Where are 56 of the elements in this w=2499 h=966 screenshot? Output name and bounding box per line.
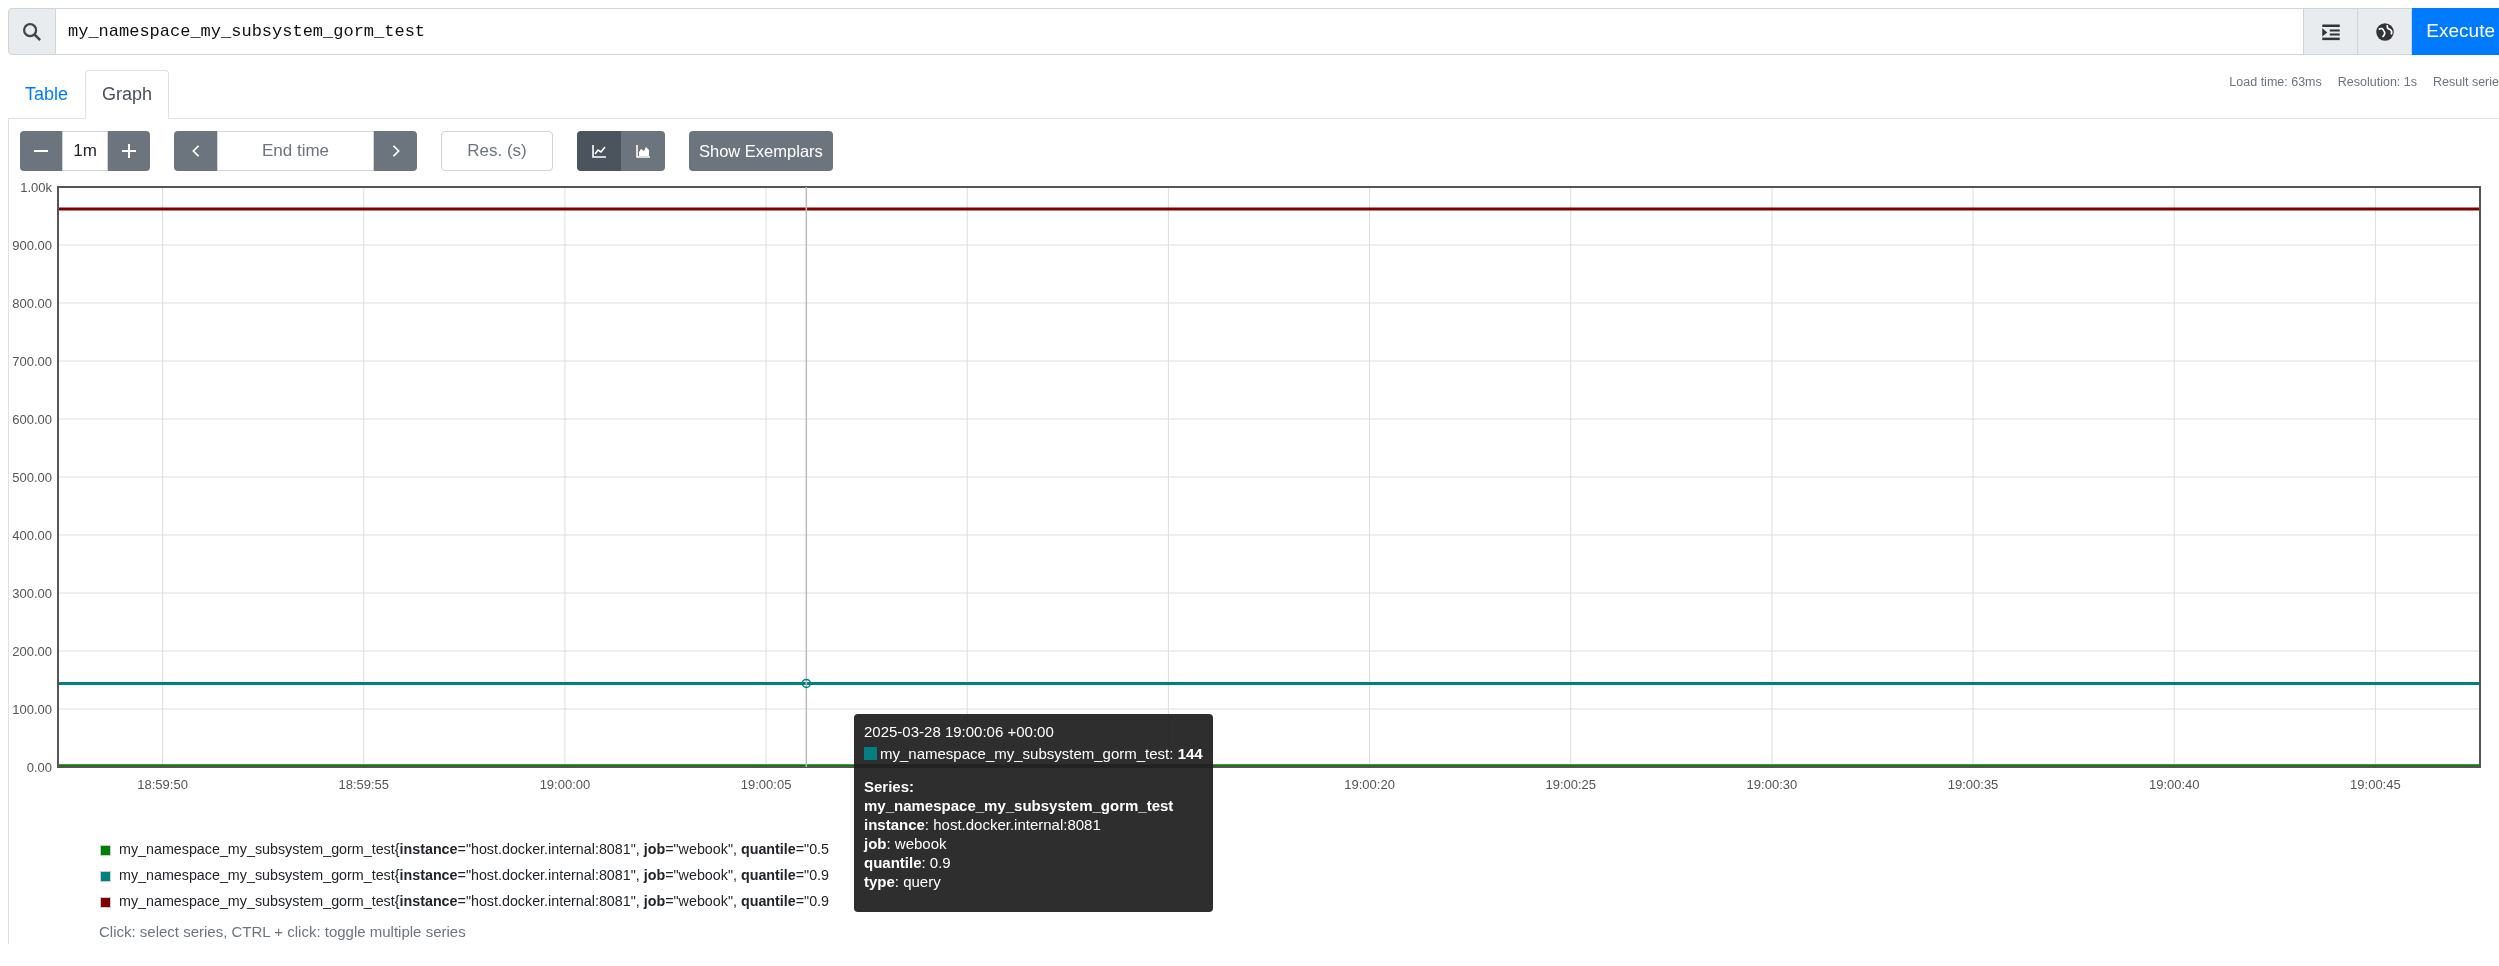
globe-icon — [2374, 21, 2395, 42]
tooltip-value: my_namespace_my_subsystem_gorm_test: 144 — [880, 745, 1203, 762]
format-button[interactable] — [2304, 8, 2359, 55]
y-axis-label: 0.00 — [26, 760, 52, 775]
y-axis-label: 800.00 — [12, 296, 52, 311]
x-axis-label: 19:00:00 — [539, 777, 591, 792]
increase-range-button[interactable] — [108, 131, 150, 171]
legend-entry[interactable]: my_namespace_my_subsystem_gorm_test{instance="host.docker.internal:8081", job="webook", quantile="0.5 — [119, 839, 830, 861]
y-axis-label: 400.00 — [12, 528, 52, 543]
tooltip-label: instance: host.docker.internal:8081 — [864, 815, 1102, 834]
y-axis-label: 600.00 — [12, 412, 52, 427]
minus-icon — [34, 150, 48, 152]
tab[interactable]: Graph — [85, 70, 170, 119]
y-axis-label: 1.00k — [20, 180, 52, 195]
tooltip-label: type: query — [864, 872, 942, 891]
stacked-chart-button[interactable] — [621, 131, 665, 171]
line-chart-button[interactable] — [577, 131, 621, 171]
x-axis-label: 19:00:45 — [2350, 777, 2401, 792]
y-axis-label: 900.00 — [12, 238, 52, 253]
resolution-field[interactable]: Res. (s) — [441, 131, 553, 171]
plus-icon — [121, 143, 137, 159]
legend-entry[interactable]: my_namespace_my_subsystem_gorm_test{instance="host.docker.internal:8081", job="webook", quantile="0.9 — [119, 865, 830, 887]
range-field[interactable]: 1m — [62, 131, 108, 171]
x-axis-label: 18:59:50 — [137, 777, 188, 792]
x-axis-label: 19:00:30 — [1746, 777, 1798, 792]
legend-entry[interactable]: my_namespace_my_subsystem_gorm_test{instance="host.docker.internal:8081", job="webook", quantile="0.9 — [119, 891, 830, 913]
line-chart-icon — [591, 143, 607, 159]
tooltip-label: quantile: 0.9 — [864, 853, 952, 872]
query-stat: Result serie — [2433, 74, 2499, 91]
x-axis-label: 19:00:20 — [1344, 777, 1395, 792]
x-axis-label: 18:59:55 — [338, 777, 390, 792]
metrics-explorer-button[interactable] — [2358, 8, 2413, 55]
y-axis-label: 300.00 — [12, 586, 52, 601]
tooltip-label: job: webook — [864, 834, 948, 853]
end-time-field[interactable]: End time — [217, 131, 374, 171]
query-stat: Load time: 63ms — [2229, 74, 2322, 91]
tooltip-time: 2025-03-28 19:00:06 +00:00 — [864, 722, 1055, 741]
x-axis-label: 19:00:40 — [2148, 777, 2200, 792]
area-chart-icon — [635, 143, 651, 159]
query-field[interactable]: my_namespace_my_subsystem_gorm_test — [56, 8, 2305, 55]
y-axis-label: 100.00 — [12, 702, 52, 717]
legend-hint: Click: select series, CTRL + click: toggle multiple series — [98, 922, 467, 942]
x-axis-label: 19:00:05 — [740, 777, 792, 792]
x-axis-label: 19:00:35 — [1947, 777, 1999, 792]
query-stat: Resolution: 1s — [2337, 74, 2417, 91]
y-axis-label: 500.00 — [12, 470, 52, 485]
y-axis-label: 700.00 — [12, 354, 52, 369]
hover-point — [801, 678, 812, 689]
tab[interactable]: Table — [8, 70, 86, 119]
show-exemplars-button[interactable]: Show Exemplars — [689, 131, 833, 171]
execute-button[interactable]: Execute — [2412, 8, 2499, 55]
x-axis-label: 19:00:25 — [1545, 777, 1597, 792]
y-axis-label: 200.00 — [12, 644, 52, 659]
tooltip-heading: Series: — [864, 777, 916, 796]
tooltip-metric: my_namespace_my_subsystem_gorm_test — [864, 796, 1175, 815]
search-icon — [22, 21, 42, 42]
